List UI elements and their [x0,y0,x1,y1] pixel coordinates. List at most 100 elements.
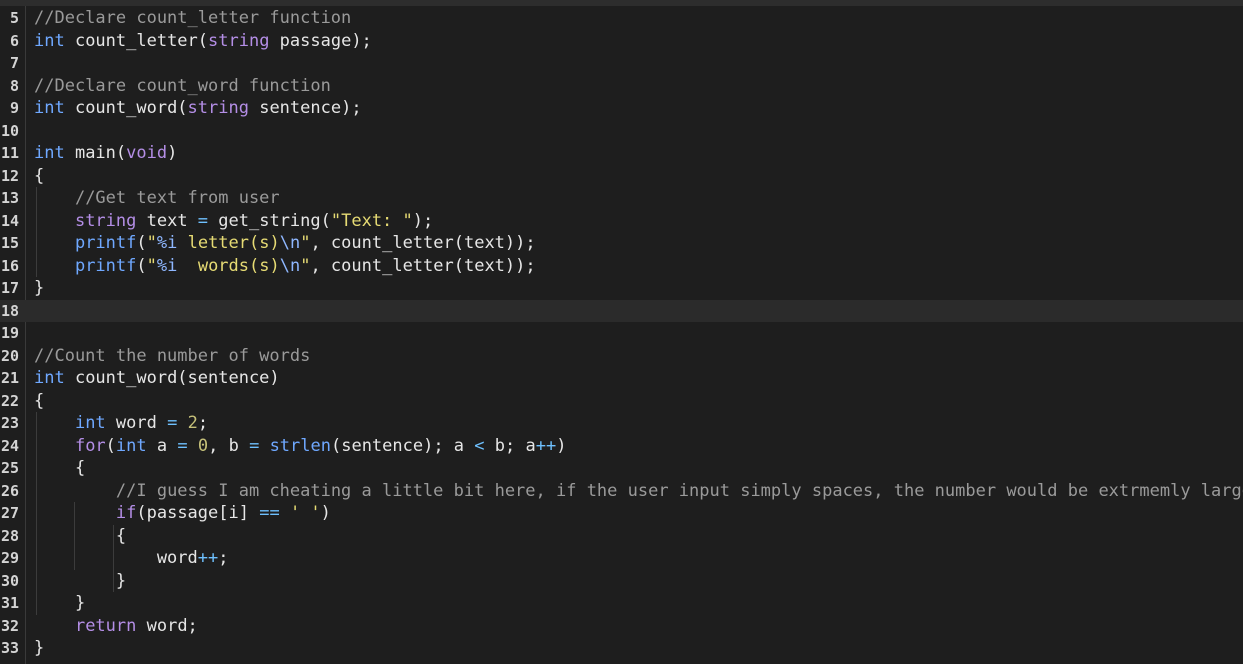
code-token: string [187,98,249,118]
code-token: int [34,30,65,51]
line-code[interactable]: } [34,637,44,660]
code-line[interactable]: 6 int count_letter(string passage); [0,30,1243,53]
code-token: %i [156,255,178,276]
line-code[interactable]: { [34,457,85,480]
code-line[interactable]: 20 //Count the number of words [0,345,1243,368]
code-token: word; [136,615,198,636]
line-number: 27 [0,504,19,522]
code-token: get_string( [208,210,331,231]
code-line[interactable]: 18 [0,299,1243,322]
code-line[interactable]: 30 } [0,569,1243,592]
code-line[interactable]: 24 for(int a = 0, b = strlen(sentence); … [0,434,1243,458]
line-number: 26 [0,481,19,500]
line-number: 18 [0,301,19,320]
code-line[interactable]: 17} [0,277,1243,300]
code-line[interactable]: 9 int count_word(string sentence); [0,97,1243,120]
line-code[interactable]: //Get text from user [34,187,280,210]
indent-guide [36,232,37,255]
code-line[interactable]: 21 int count_word(sentence) [0,367,1243,390]
code-line[interactable]: 19 [0,322,1243,345]
code-token: \n [279,233,301,253]
line-number: 19 [0,324,19,342]
line-code[interactable]: for(int a = 0, b = strlen(sentence); a <… [34,435,567,458]
code-line[interactable]: 14 string text = get_string("Text: "); [0,209,1243,233]
code-token: \n [279,255,301,276]
code-line[interactable]: 22 { [0,390,1243,413]
code-token: , count_letter(text)); [310,233,536,253]
indent-guide [36,569,37,592]
line-code[interactable]: return word; [34,615,198,638]
code-line[interactable]: 7 [0,52,1243,75]
code-line[interactable]: 27 if(passage[i] == ' ') [0,502,1243,525]
indent-guide [36,457,37,480]
line-number: 21 [0,369,19,387]
code-line[interactable]: 32 return word; [0,615,1243,638]
line-number: 30 [0,571,19,590]
line-code[interactable]: //Declare count_word function [34,75,331,98]
code-line[interactable]: 8 //Declare count_word function [0,75,1243,98]
line-code[interactable]: //Count the number of words [34,345,310,368]
code-token: string [208,30,270,51]
line-code[interactable]: { [34,165,44,188]
code-line[interactable]: 10 [0,120,1243,143]
code-token: ' ' [289,503,321,523]
code-token: sentence); [248,98,362,118]
line-number: 6 [9,31,19,50]
code-token: ; [197,413,209,433]
indent-guide [36,524,37,547]
code-token: " [300,255,311,276]
code-token: ( [136,233,147,253]
code-line[interactable]: 31 } [0,592,1243,615]
code-token: printf [74,233,137,253]
code-editor[interactable]: 5 //Declare count_letter function 6 int cou… [0,0,1243,664]
code-line[interactable]: 29 word++; [0,547,1243,570]
code-line[interactable]: 23 int word = 2; [0,412,1243,435]
indent-guide [36,547,37,570]
line-code[interactable]: int count_letter(string passage); [34,30,372,53]
code-line[interactable]: 11 int main(void) [0,142,1243,165]
code-token: = [177,435,188,456]
code-line[interactable]: 28 { [0,524,1243,547]
code-token: ++ [197,548,219,568]
code-token: ; [218,548,229,568]
line-code[interactable]: //I guess I am cheating a little bit her… [34,480,1243,503]
code-line[interactable]: 25 { [0,457,1243,480]
line-number: 17 [0,279,19,297]
line-number: 29 [0,549,19,567]
line-code[interactable]: } [34,277,44,300]
line-number: 13 [0,189,19,207]
code-line[interactable]: 5 //Declare count_letter function [0,7,1243,30]
line-code[interactable]: int word = 2; [34,412,208,435]
code-line[interactable]: 26 //I guess I am cheating a little bit … [0,479,1243,503]
code-token: } [34,638,45,658]
indent-guide [74,502,76,525]
code-token: count_letter( [64,30,209,51]
line-code[interactable]: } [34,592,85,615]
line-code[interactable]: int count_word(sentence) [34,367,280,390]
line-number: 5 [9,9,19,27]
code-line[interactable]: 16 printf("%i words(s)\n", count_letter(… [0,254,1243,278]
code-line[interactable]: 13 //Get text from user [0,187,1243,210]
line-code[interactable]: if(passage[i] == ' ') [34,502,331,525]
line-code[interactable]: //Declare count_letter function [34,7,351,30]
code-token: , count_letter(text)); [310,255,536,276]
line-code[interactable]: printf("%i words(s)\n", count_letter(tex… [34,255,536,278]
code-line[interactable]: 15 printf("%i letter(s)\n", count_letter… [0,232,1243,255]
indent-guide [36,187,37,210]
code-lines[interactable]: 5 //Declare count_letter function 6 int cou… [0,7,1243,660]
code-token: int [34,98,65,118]
line-code[interactable]: printf("%i letter(s)\n", count_letter(te… [34,232,536,255]
code-line[interactable]: 12 { [0,165,1243,188]
line-code[interactable]: word++; [34,547,229,570]
code-line[interactable]: 33} [0,637,1243,660]
indent-guide [112,524,114,547]
code-token: count_word( [64,98,188,118]
code-token: ); [412,210,434,231]
line-code[interactable]: int count_word(string sentence); [34,97,362,120]
line-code[interactable]: int main(void) [34,142,177,165]
line-code[interactable]: { [34,390,44,413]
code-token: } [34,278,45,298]
line-code[interactable]: string text = get_string("Text: "); [34,210,433,233]
